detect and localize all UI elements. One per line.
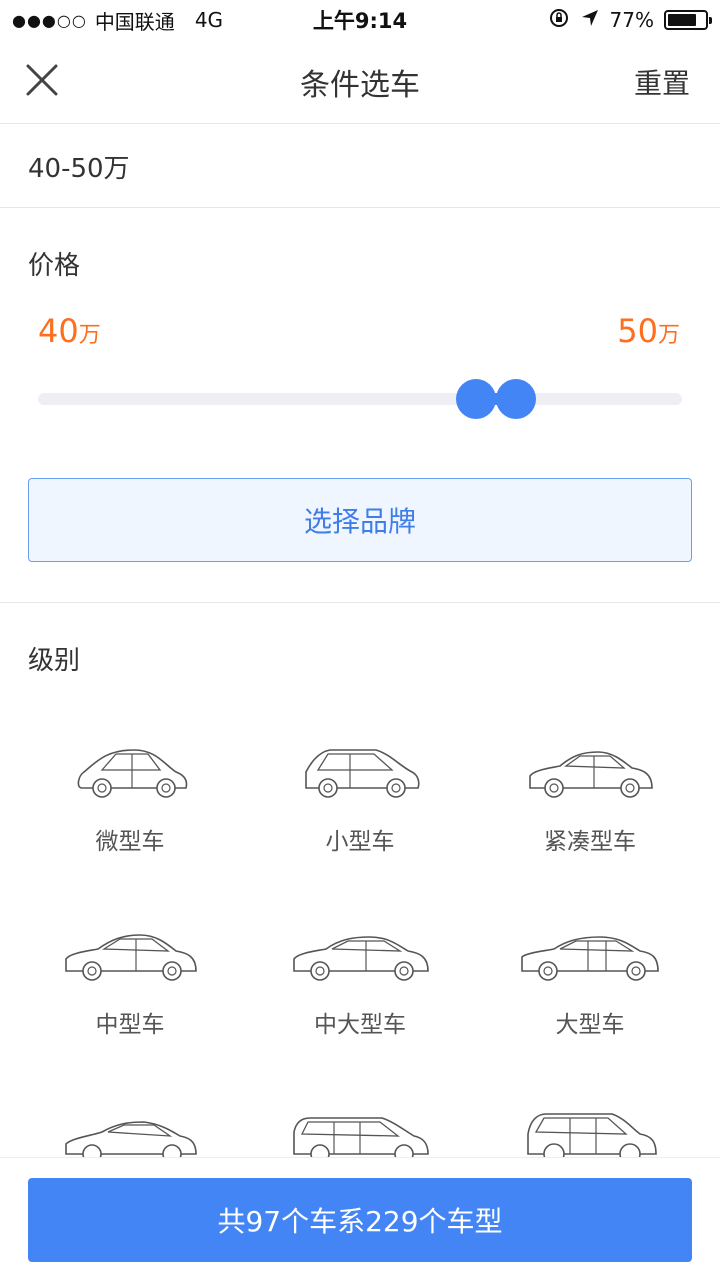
page-title: 条件选车 [300,68,420,103]
battery-percent: 77% [609,8,654,32]
micro-car-icon [77,749,188,798]
battery-icon [664,10,712,30]
grade-label: 中大型车 [314,1012,406,1038]
grade-label: 微型车 [95,829,165,855]
grade-label: 紧凑型车 [544,829,636,855]
price-slider-min-thumb[interactable] [456,379,496,419]
rotation-lock-icon [548,7,570,34]
price-section-title: 价格 [28,251,81,281]
grade-label: 大型车 [555,1012,625,1038]
grade-item-large-midsize[interactable]: 中大型车 [240,925,480,1039]
grade-item-micro[interactable]: 微型车 [10,742,250,856]
large-car-icon [521,936,659,981]
selected-filter-summary: 40-50万 [0,124,720,208]
location-arrow-icon [580,8,600,33]
show-results-button[interactable]: 共97个车系229个车型 [28,1178,692,1262]
price-min-value: 40万 [38,312,101,350]
select-brand-button[interactable]: 选择品牌 [28,478,692,562]
midsize-car-icon [65,934,197,981]
grade-item-small[interactable]: 小型车 [240,742,480,856]
price-slider-max-thumb[interactable] [496,379,536,419]
grade-item-midsize[interactable]: 中型车 [10,925,250,1039]
small-car-icon [305,749,420,798]
nav-bar: 条件选车 重置 [0,40,720,124]
large-midsize-car-icon [293,936,429,981]
compact-car-icon [529,751,653,798]
reset-button[interactable]: 重置 [634,62,690,102]
status-bar: ●●●○○ 中国联通 4G 上午9:14 77% [0,0,720,40]
grade-item-compact[interactable]: 紧凑型车 [470,742,710,856]
grade-label: 中型车 [95,1012,165,1038]
grade-item-large[interactable]: 大型车 [470,925,710,1039]
price-slider-track[interactable] [38,393,682,405]
grade-section-title: 级别 [28,646,81,676]
grade-label: 小型车 [325,829,395,855]
bottom-bar: 共97个车系229个车型 [0,1157,720,1281]
price-max-value: 50万 [617,312,680,350]
section-divider [0,602,720,603]
